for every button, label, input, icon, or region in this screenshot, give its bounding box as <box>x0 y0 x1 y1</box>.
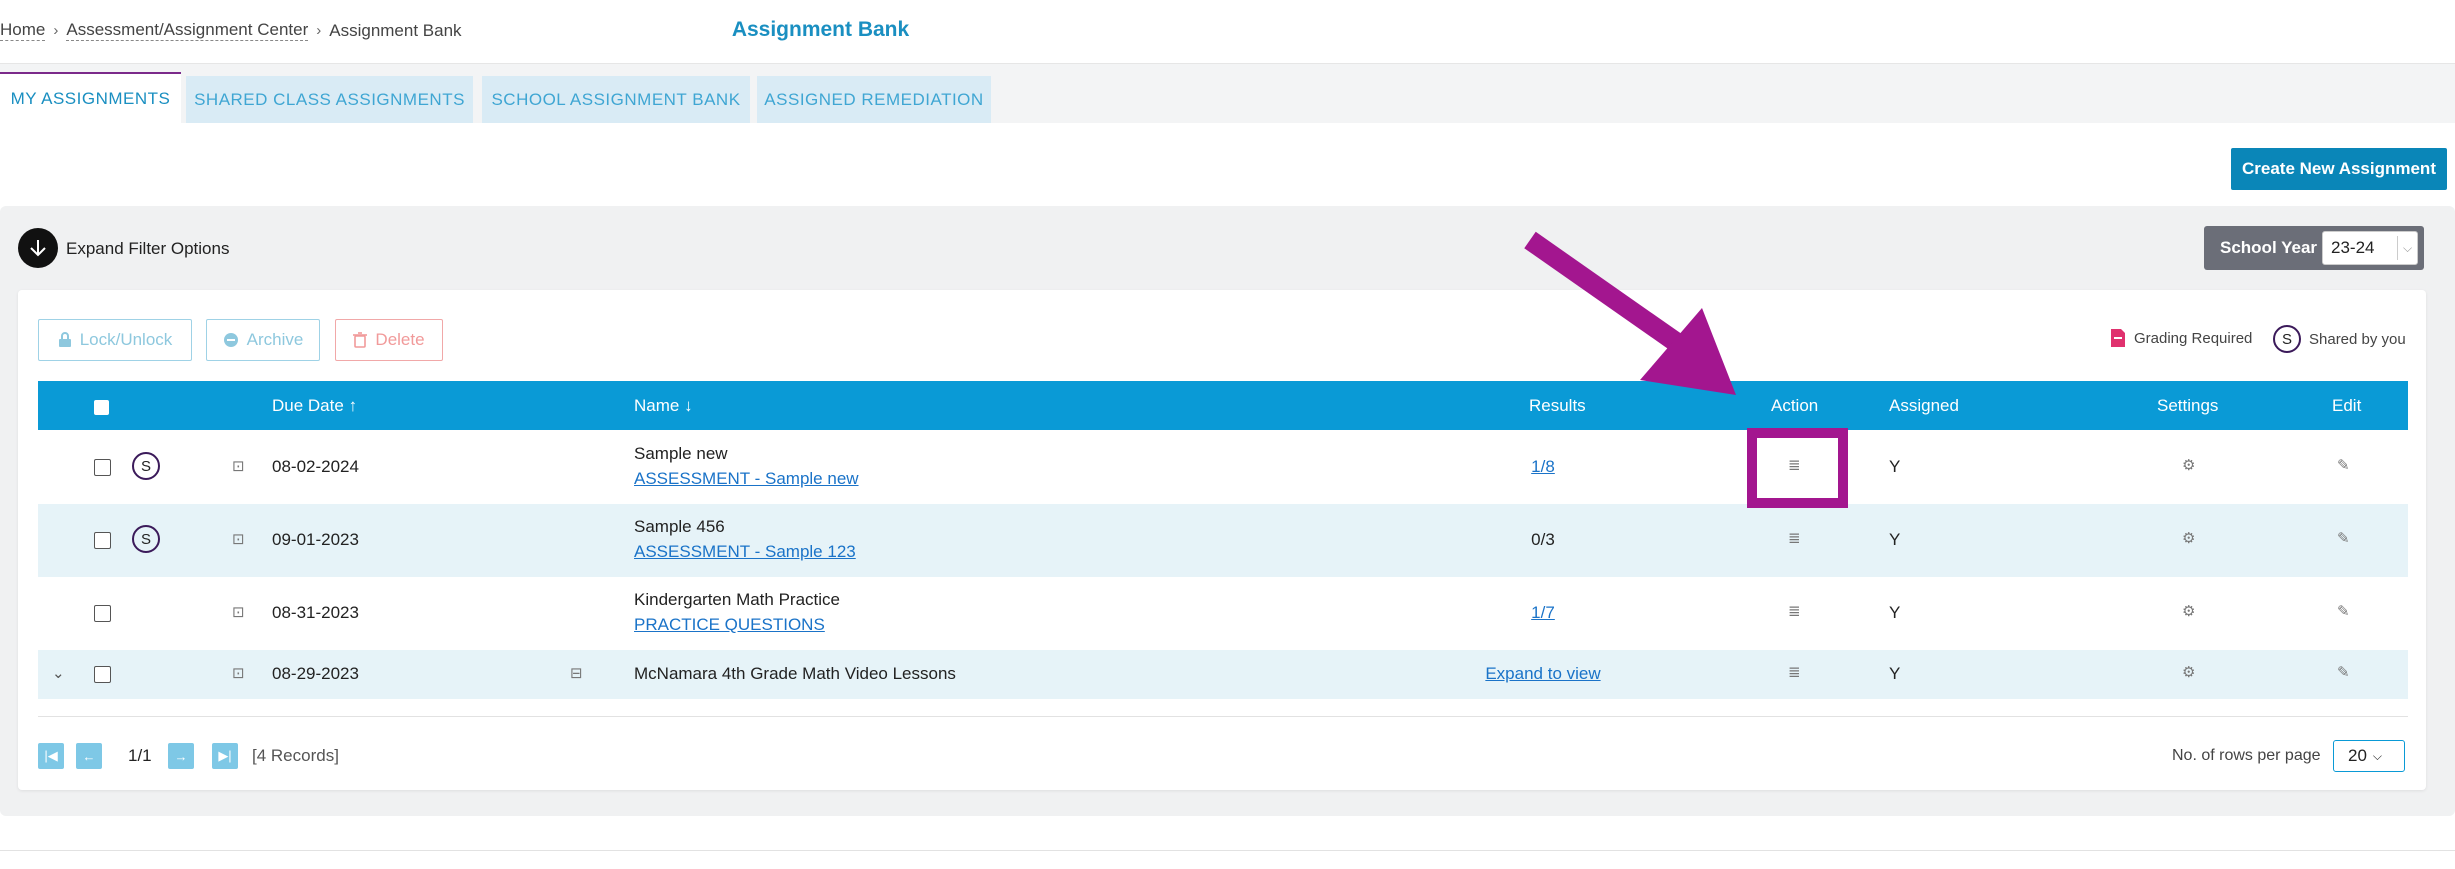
tabs-bar: MY ASSIGNMENTS SHARED CLASS ASSIGNMENTS … <box>0 64 2455 123</box>
tab-school-assignment-bank[interactable]: SCHOOL ASSIGNMENT BANK <box>482 76 750 123</box>
pencil-icon[interactable]: ✎ <box>2337 602 2350 620</box>
header-due-date[interactable]: Due Date ↑ <box>272 396 357 416</box>
shared-badge-icon: S <box>2273 325 2301 353</box>
gear-icon[interactable]: ⚙ <box>2182 529 2195 547</box>
chevron-down-icon[interactable]: ⌄ <box>52 664 65 682</box>
top-bar: Home › Assessment/Assignment Center › As… <box>0 0 2455 64</box>
annotation-highlight-box <box>1747 428 1848 508</box>
next-page-button[interactable]: → <box>168 743 194 769</box>
lock-unlock-button[interactable]: Lock/Unlock <box>38 319 192 361</box>
action-menu-icon[interactable]: ≣ <box>1788 602 1801 620</box>
assignment-name: Sample 456 <box>634 517 725 536</box>
assignment-name: McNamara 4th Grade Math Video Lessons <box>634 664 956 683</box>
last-page-button[interactable]: ▶| <box>212 743 238 769</box>
lock-unlock-label: Lock/Unlock <box>79 330 173 349</box>
header-action: Action <box>1771 396 1819 415</box>
unlock-icon[interactable]: ⊡ <box>232 457 245 475</box>
expand-to-view-link[interactable]: Expand to view <box>1443 664 1643 684</box>
page-indicator: 1/1 <box>128 746 152 765</box>
sort-down-icon: ↓ <box>684 396 693 415</box>
assigned-value: Y <box>1889 530 1901 549</box>
video-lesson-icon: ⊟ <box>570 665 583 682</box>
archive-button[interactable]: Archive <box>206 319 320 361</box>
assignment-name: Kindergarten Math Practice <box>634 590 840 609</box>
rows-per-page-label: No. of rows per page <box>2172 747 2321 764</box>
header-edit: Edit <box>2332 396 2362 415</box>
table-row: S ⊡ 08-02-2024 Sample new ASSESSMENT - S… <box>38 430 2408 504</box>
row-checkbox[interactable] <box>94 532 111 549</box>
header-settings: Settings <box>2157 396 2219 415</box>
shared-badge-icon: S <box>132 452 160 480</box>
assignment-type-link[interactable]: ASSESSMENT - Sample 123 <box>634 542 856 562</box>
due-date: 08-02-2024 <box>272 457 359 476</box>
select-all-checkbox[interactable] <box>94 400 109 415</box>
assigned-value: Y <box>1889 457 1901 476</box>
row-checkbox[interactable] <box>94 666 111 683</box>
assignment-name: Sample new <box>634 444 728 463</box>
table-row: S ⊡ 09-01-2023 Sample 456 ASSESSMENT - S… <box>38 504 2408 577</box>
records-count: [4 Records] <box>252 746 339 765</box>
grading-required-icon <box>2111 329 2125 347</box>
first-page-button[interactable]: |◀ <box>38 743 64 769</box>
sort-up-icon: ↑ <box>348 396 358 415</box>
rows-per-page-select[interactable]: 20 ⌵ <box>2333 740 2405 772</box>
assignment-type-link[interactable]: ASSESSMENT - Sample new <box>634 469 859 489</box>
table-row: ⊡ 08-31-2023 Kindergarten Math Practice … <box>38 577 2408 650</box>
archive-icon <box>223 333 238 347</box>
expand-filter-button[interactable] <box>18 228 58 268</box>
action-menu-icon[interactable]: ≣ <box>1788 529 1801 547</box>
school-year-value: 23-24 <box>2331 238 2375 257</box>
arrow-down-icon <box>30 240 46 257</box>
row-checkbox[interactable] <box>94 459 111 476</box>
action-menu-icon[interactable]: ≣ <box>1788 663 1801 681</box>
lock-icon <box>58 332 71 347</box>
rows-per-page-value: 20 <box>2348 746 2367 765</box>
unlock-icon[interactable]: ⊡ <box>232 530 245 548</box>
header-assigned: Assigned <box>1889 396 1959 415</box>
assignment-type-link[interactable]: PRACTICE QUESTIONS <box>634 615 825 635</box>
create-new-assignment-button[interactable]: Create New Assignment <box>2231 148 2447 190</box>
results-value: 0/3 <box>1531 530 1555 549</box>
delete-button[interactable]: Delete <box>335 319 443 361</box>
gear-icon[interactable]: ⚙ <box>2182 663 2195 681</box>
tab-assigned-remediation[interactable]: ASSIGNED REMEDIATION <box>757 76 991 123</box>
chevron-down-icon: ⌵ <box>2397 236 2417 260</box>
unlock-icon[interactable]: ⊡ <box>232 603 245 621</box>
unlock-icon[interactable]: ⊡ <box>232 664 245 682</box>
edit-icon[interactable]: ✎ <box>2337 529 2350 547</box>
delete-label: Delete <box>375 330 425 349</box>
legend-shared-by-you: S Shared by you <box>2273 325 2406 353</box>
due-date: 08-31-2023 <box>272 603 359 622</box>
gear-icon[interactable]: ⚙ <box>2182 456 2195 474</box>
archive-label: Archive <box>246 330 304 349</box>
shared-badge-icon: S <box>132 525 160 553</box>
header-results: Results <box>1529 396 1586 415</box>
legend-grading-required: Grading Required <box>2110 328 2252 348</box>
divider <box>38 716 2408 717</box>
table-row: ⌄ ⊡ 08-29-2023 ⊟ McNamara 4th Grade Math… <box>38 650 2408 699</box>
prev-page-button[interactable]: ← <box>76 743 102 769</box>
footer-divider <box>0 850 2455 851</box>
tab-shared-class-assignments[interactable]: SHARED CLASS ASSIGNMENTS <box>186 76 473 123</box>
school-year-label: School Year <box>2220 238 2318 257</box>
pencil-icon[interactable]: ✎ <box>2337 456 2350 474</box>
trash-icon <box>353 332 368 348</box>
tab-my-assignments[interactable]: MY ASSIGNMENTS <box>0 72 181 123</box>
page-title: Assignment Bank <box>731 18 910 41</box>
assigned-value: Y <box>1889 664 1901 683</box>
results-link[interactable]: 1/7 <box>1519 603 1567 623</box>
expand-filter-label[interactable]: Expand Filter Options <box>66 239 229 259</box>
results-link[interactable]: 1/8 <box>1519 457 1567 477</box>
assigned-value: Y <box>1889 603 1901 622</box>
edit-icon[interactable]: ✎ <box>2337 663 2350 681</box>
chevron-down-icon: ⌵ <box>2372 748 2383 763</box>
header-name[interactable]: Name ↓ <box>634 396 693 416</box>
table-header: Due Date ↑ Name ↓ Results Action Assigne… <box>38 381 2408 430</box>
gear-icon[interactable]: ⚙ <box>2182 602 2195 620</box>
row-checkbox[interactable] <box>94 605 111 622</box>
due-date: 08-29-2023 <box>272 664 359 683</box>
due-date: 09-01-2023 <box>272 530 359 549</box>
school-year-select[interactable]: 23-24 ⌵ <box>2322 231 2418 265</box>
